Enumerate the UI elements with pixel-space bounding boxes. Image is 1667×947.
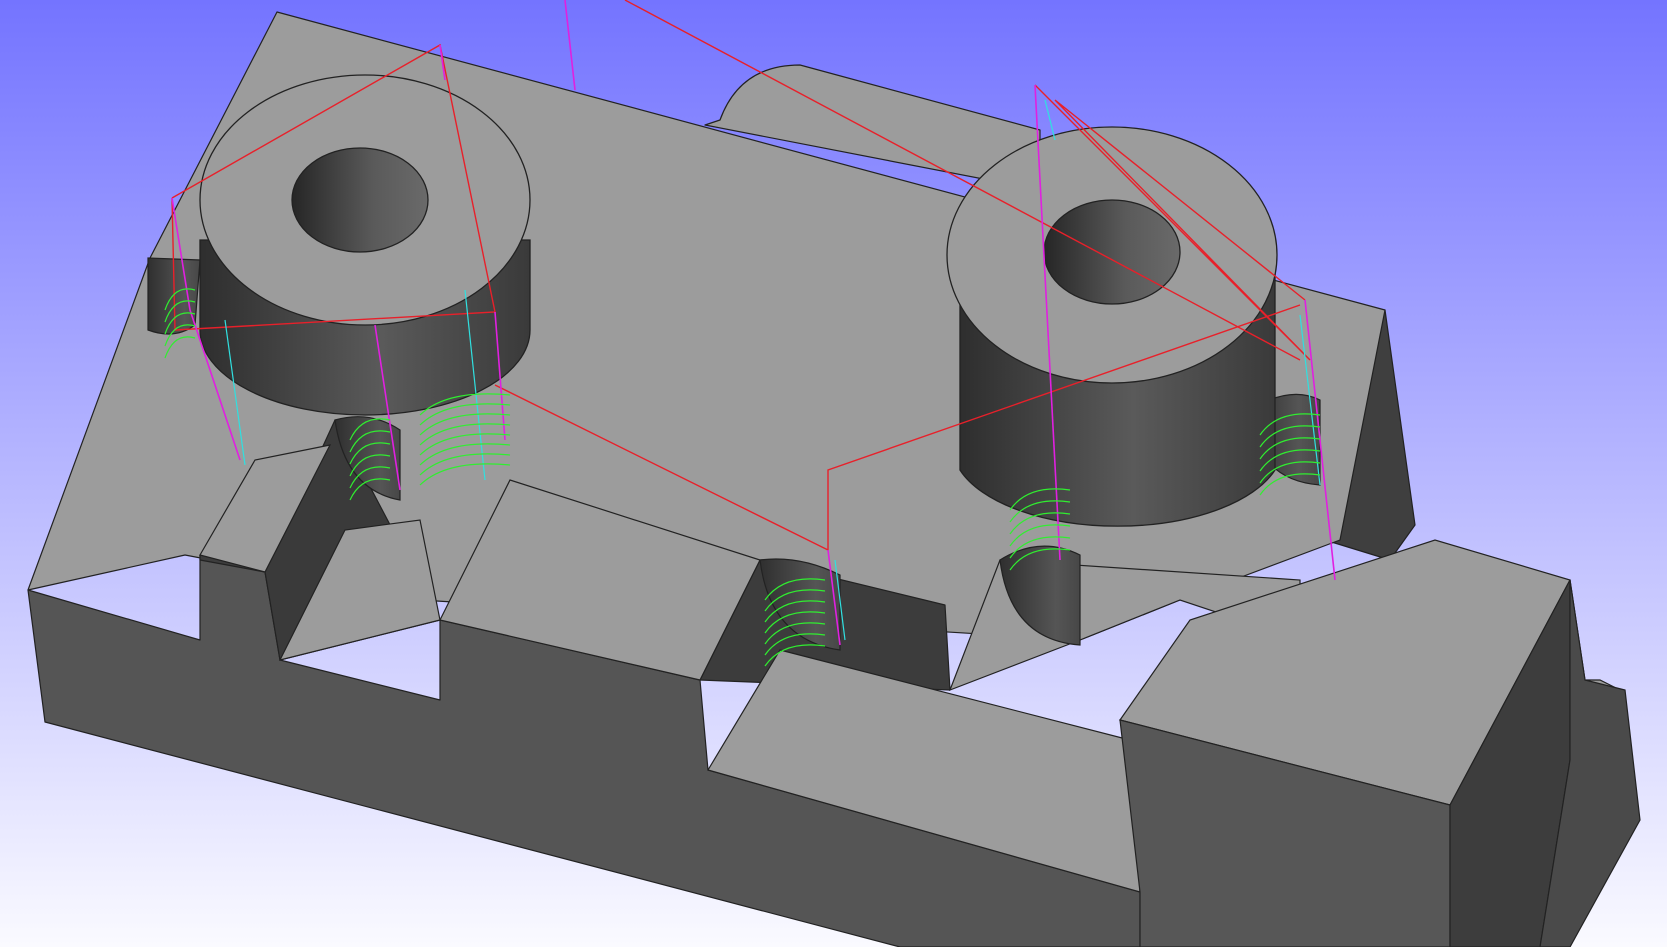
boss-left-hole (291, 147, 429, 253)
boss-right[interactable] (946, 126, 1278, 527)
cam-scene[interactable] (0, 0, 1667, 947)
3d-viewport[interactable] (0, 0, 1667, 947)
boss-right-hole (1043, 199, 1181, 305)
